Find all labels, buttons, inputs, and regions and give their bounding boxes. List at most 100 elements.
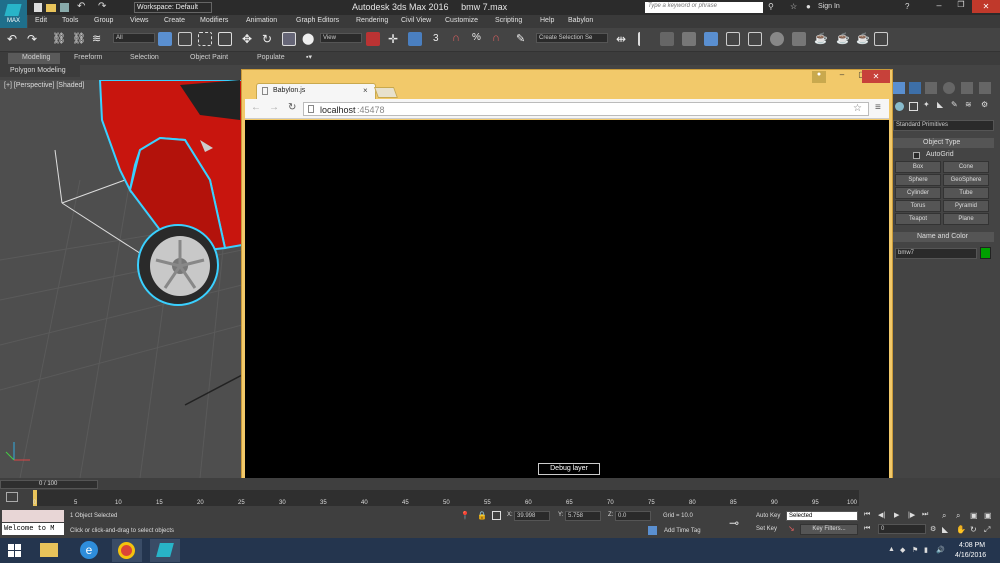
selection-filter-dropdown[interactable]: All xyxy=(113,33,155,43)
scene-explorer-icon[interactable] xyxy=(682,32,696,46)
file-explorer-icon[interactable] xyxy=(40,543,58,557)
play-icon[interactable]: ▶ xyxy=(894,511,899,519)
new-icon[interactable] xyxy=(34,3,42,12)
maxscript-listener[interactable] xyxy=(2,510,64,522)
redo-icon[interactable]: ↷ xyxy=(98,1,106,12)
scale-icon[interactable] xyxy=(282,32,296,46)
close-tab-icon[interactable]: × xyxy=(363,86,368,95)
display-tab-icon[interactable] xyxy=(961,82,973,94)
clock-time[interactable]: 4:08 PM xyxy=(959,542,985,549)
unlink-icon[interactable]: ⛓ xyxy=(72,32,86,46)
menu-rendering[interactable]: Rendering xyxy=(356,17,388,24)
rotate-icon[interactable]: ↻ xyxy=(262,32,276,46)
tab-freeform[interactable]: Freeform xyxy=(74,54,102,61)
back-icon[interactable]: ← xyxy=(251,102,261,113)
maximize-viewport-icon[interactable]: ⤢ xyxy=(984,525,990,535)
motion-tab-icon[interactable] xyxy=(943,82,955,94)
address-bar[interactable]: localhost :45478 ☆ xyxy=(303,102,869,116)
menu-customize[interactable]: Customize xyxy=(445,17,478,24)
go-to-end-icon[interactable]: ⏭ xyxy=(922,511,928,519)
layer-icon[interactable] xyxy=(660,32,674,46)
menu-create[interactable]: Create xyxy=(164,17,185,24)
shapes-icon[interactable] xyxy=(909,102,918,111)
plane-button[interactable]: Plane xyxy=(943,213,989,225)
undo-icon[interactable]: ↶ xyxy=(77,1,85,12)
menu-graph-editors[interactable]: Graph Editors xyxy=(296,17,339,24)
auto-key-label[interactable]: Auto Key xyxy=(756,513,780,519)
perspective-viewport[interactable]: [+] [Perspective] [Shaded] xyxy=(0,80,242,478)
maxscript-output[interactable]: Welcome to M xyxy=(2,523,64,535)
object-name-field[interactable]: bmw7 xyxy=(895,248,977,259)
save-icon[interactable] xyxy=(60,3,69,12)
restore-button[interactable]: ❐ xyxy=(950,0,972,13)
set-key-label[interactable]: Set Key xyxy=(756,526,777,532)
bookmark-star-icon[interactable]: ☆ xyxy=(853,103,862,114)
place-icon[interactable]: ⬤ xyxy=(302,32,316,46)
key-filters-icon[interactable]: ↘ xyxy=(788,524,795,533)
autogrid-checkbox[interactable] xyxy=(913,152,920,159)
mirror-icon[interactable]: ⇹ xyxy=(616,32,630,46)
menu-scripting[interactable]: Scripting xyxy=(495,17,522,24)
chrome-icon[interactable] xyxy=(112,539,142,562)
key-filters-button[interactable]: Key Filters... xyxy=(800,524,858,535)
browser-user-icon[interactable]: ● xyxy=(812,71,826,83)
modify-tab-icon[interactable] xyxy=(909,82,921,94)
clock-date[interactable]: 4/16/2016 xyxy=(955,552,986,559)
y-coordinate-field[interactable]: 5.758 xyxy=(565,511,601,521)
z-coordinate-field[interactable]: 0.0 xyxy=(615,511,651,521)
undo-icon[interactable]: ↶ xyxy=(7,32,21,46)
torus-button[interactable]: Torus xyxy=(895,200,941,212)
x-coordinate-field[interactable]: 39.998 xyxy=(514,511,550,521)
sign-in-link[interactable]: Sign In xyxy=(818,3,840,10)
select-by-name-icon[interactable] xyxy=(178,32,192,46)
material-editor-icon[interactable] xyxy=(770,32,784,46)
schematic-view-icon[interactable] xyxy=(748,32,762,46)
select-manipulate-icon[interactable]: ✛ xyxy=(388,32,402,46)
zoom-icon[interactable]: ⌕ xyxy=(942,511,946,521)
set-key-icon[interactable]: ⊸ xyxy=(729,516,739,530)
next-frame-icon[interactable]: |▶ xyxy=(908,511,915,519)
object-color-swatch[interactable] xyxy=(980,247,991,259)
cylinder-button[interactable]: Cylinder xyxy=(895,187,941,199)
menu-animation[interactable]: Animation xyxy=(246,17,277,24)
window-crossing-icon[interactable] xyxy=(218,32,232,46)
close-button[interactable]: ✕ xyxy=(972,0,1000,13)
render-production-icon[interactable]: ☕ xyxy=(836,32,850,46)
teapot-button[interactable]: Teapot xyxy=(895,213,941,225)
viewport-label[interactable]: [+] [Perspective] [Shaded] xyxy=(4,82,84,89)
tab-selection[interactable]: Selection xyxy=(130,54,159,61)
menu-civil-view[interactable]: Civil View xyxy=(401,17,431,24)
cameras-icon[interactable]: ◣ xyxy=(937,100,943,109)
systems-icon[interactable]: ⚙ xyxy=(981,100,988,109)
utilities-tab-icon[interactable] xyxy=(979,82,991,94)
tab-populate[interactable]: Populate xyxy=(257,54,285,61)
app-logo[interactable]: MAX xyxy=(0,0,27,28)
menu-help[interactable]: Help xyxy=(540,17,554,24)
render-activeshade-icon[interactable] xyxy=(874,32,888,46)
geometry-icon[interactable] xyxy=(895,102,904,111)
forward-icon[interactable]: → xyxy=(269,102,279,113)
create-tab-icon[interactable] xyxy=(893,82,905,94)
menu-edit[interactable]: Edit xyxy=(35,17,47,24)
menu-views[interactable]: Views xyxy=(130,17,149,24)
select-object-icon[interactable] xyxy=(158,32,172,46)
angle-snap-icon[interactable]: ∩ xyxy=(452,32,466,46)
ribbon-panel-toggle[interactable]: Polygon Modeling xyxy=(0,65,80,77)
zoom-all-icon[interactable]: ⌕ xyxy=(956,511,960,521)
browser-close-button[interactable]: ✕ xyxy=(862,70,890,83)
pyramid-button[interactable]: Pyramid xyxy=(943,200,989,212)
pan-icon[interactable]: ✋ xyxy=(956,525,966,534)
menu-modifiers[interactable]: Modifiers xyxy=(200,17,228,24)
time-config-icon[interactable]: ⚙ xyxy=(930,525,936,533)
workspace-dropdown[interactable]: Workspace: Default xyxy=(134,2,212,13)
lights-icon[interactable]: ✦ xyxy=(923,100,930,109)
open-icon[interactable] xyxy=(46,4,56,12)
percent-snap-icon[interactable]: % xyxy=(472,32,486,46)
trackbar-toggle-icon[interactable] xyxy=(6,492,18,502)
cone-button[interactable]: Cone xyxy=(943,161,989,173)
debug-layer-button[interactable]: Debug layer xyxy=(538,463,600,475)
menu-babylon[interactable]: Babylon xyxy=(568,17,593,24)
go-to-start-icon[interactable]: ⏮ xyxy=(864,511,870,519)
hierarchy-tab-icon[interactable] xyxy=(925,82,937,94)
ribbon-options-icon[interactable]: ▪▾ xyxy=(306,53,312,61)
